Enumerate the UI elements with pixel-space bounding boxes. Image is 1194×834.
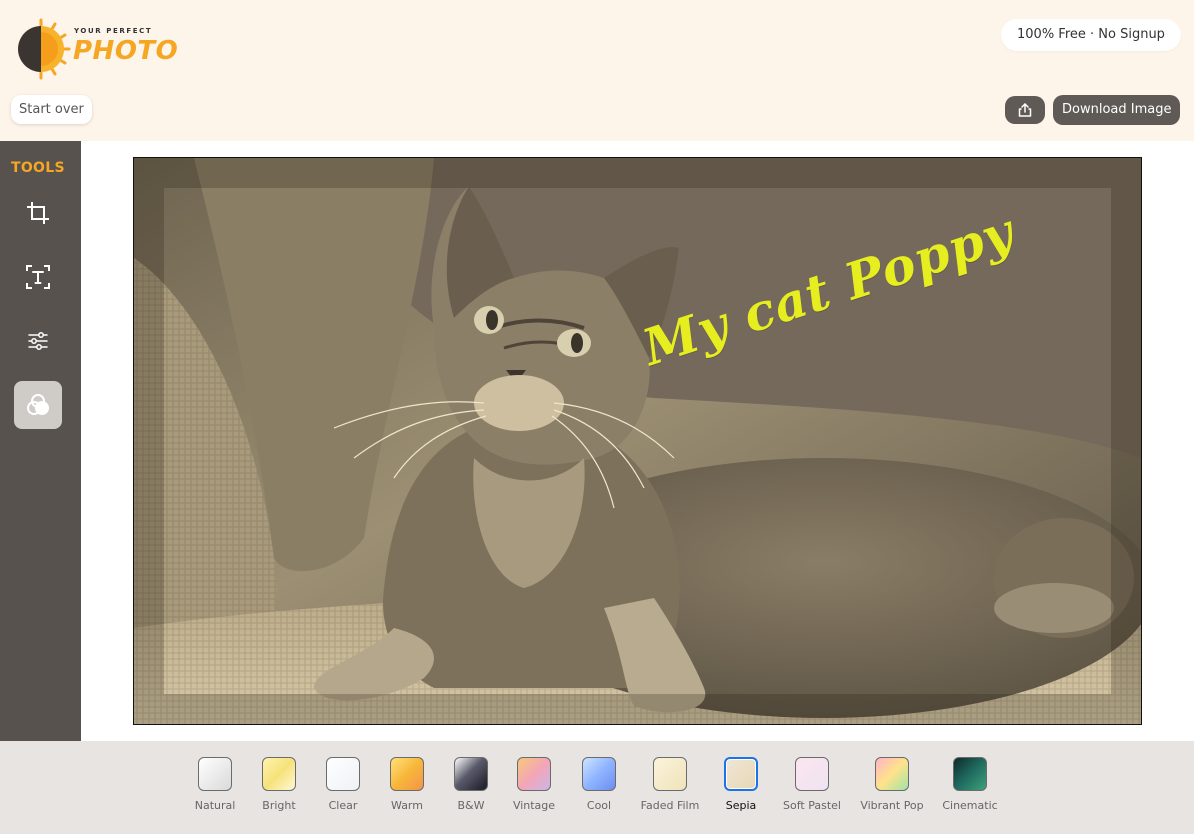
- logo-wordmark: PHOTO: [73, 36, 179, 66]
- filter-label: Warm: [391, 799, 423, 812]
- filter-bar: Natural Bright Clear Warm B&W Vintage Co…: [0, 741, 1194, 834]
- canvas-area: My cat Poppy: [81, 141, 1194, 741]
- filter-swatch: [724, 757, 758, 791]
- filter-swatch: [262, 757, 296, 791]
- text-icon: [26, 265, 50, 289]
- filter-bw[interactable]: B&W: [452, 757, 490, 812]
- filter-label: Sepia: [725, 799, 757, 812]
- filter-label: B&W: [457, 799, 485, 812]
- filter-swatch: [517, 757, 551, 791]
- filter-label: Soft Pastel: [783, 799, 841, 812]
- filter-label: Clear: [328, 799, 358, 812]
- crop-icon: [27, 202, 49, 224]
- filter-swatch: [795, 757, 829, 791]
- filter-clear[interactable]: Clear: [324, 757, 362, 812]
- app-header: YOUR PERFECT PHOTO 100% Free · No Signup…: [0, 0, 1194, 141]
- filters-icon: [27, 394, 49, 415]
- tools-sidebar: TOOLS: [0, 141, 81, 741]
- filter-cinematic[interactable]: Cinematic: [942, 757, 998, 812]
- filter-label: Faded Film: [640, 799, 700, 812]
- share-button[interactable]: [1005, 96, 1045, 124]
- filter-swatch: [653, 757, 687, 791]
- logo-tagline: YOUR PERFECT: [74, 27, 153, 35]
- filter-faded-film[interactable]: Faded Film: [640, 757, 700, 812]
- filter-swatch: [875, 757, 909, 791]
- filter-swatch: [198, 757, 232, 791]
- download-image-button[interactable]: Download Image: [1053, 95, 1181, 125]
- filter-natural[interactable]: Natural: [194, 757, 236, 812]
- tool-crop[interactable]: [14, 189, 62, 237]
- tools-title: TOOLS: [11, 160, 65, 176]
- filter-label: Bright: [262, 799, 296, 812]
- filter-swatch: [390, 757, 424, 791]
- filter-warm[interactable]: Warm: [388, 757, 426, 812]
- filter-vintage[interactable]: Vintage: [512, 757, 556, 812]
- filter-label: Natural: [194, 799, 236, 812]
- filter-vibrant-pop[interactable]: Vibrant Pop: [860, 757, 924, 812]
- tool-filters[interactable]: [14, 381, 62, 429]
- sun-logo-icon: [18, 18, 71, 80]
- filter-label: Vintage: [512, 799, 556, 812]
- filter-sepia[interactable]: Sepia: [722, 757, 760, 812]
- tool-adjust[interactable]: [14, 317, 62, 365]
- filter-label: Cool: [586, 799, 612, 812]
- free-badge: 100% Free · No Signup: [1001, 19, 1181, 51]
- sliders-icon: [28, 332, 48, 350]
- filter-swatch: [326, 757, 360, 791]
- filter-bright[interactable]: Bright: [260, 757, 298, 812]
- filter-swatch: [953, 757, 987, 791]
- filter-swatch: [454, 757, 488, 791]
- tool-text[interactable]: [14, 253, 62, 301]
- filter-label: Cinematic: [942, 799, 998, 812]
- filter-soft-pastel[interactable]: Soft Pastel: [782, 757, 842, 812]
- filter-swatch: [582, 757, 616, 791]
- photo-canvas[interactable]: My cat Poppy: [133, 157, 1142, 725]
- share-icon: [1018, 103, 1032, 117]
- start-over-button[interactable]: Start over: [11, 95, 92, 124]
- app-logo[interactable]: YOUR PERFECT PHOTO: [10, 18, 178, 80]
- filter-label: Vibrant Pop: [860, 799, 924, 812]
- filter-cool[interactable]: Cool: [580, 757, 618, 812]
